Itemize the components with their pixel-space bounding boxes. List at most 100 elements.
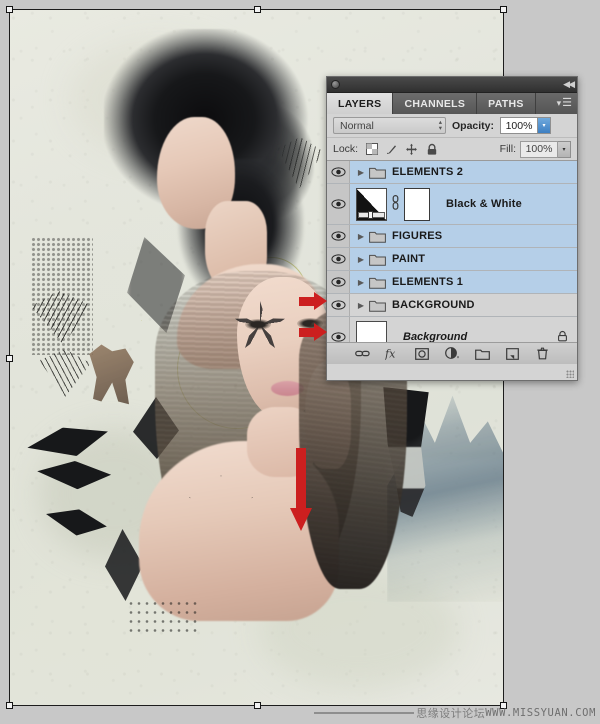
layer-name: Black & White bbox=[446, 198, 522, 210]
opacity-field-group[interactable]: 100% ▾ bbox=[500, 117, 552, 134]
arrow-head bbox=[290, 508, 312, 531]
layer-visibility-toggle[interactable] bbox=[327, 248, 350, 270]
layer-list[interactable]: ▶ ELEMENTS 2 Black & White ▶ FIGURES ▶ P… bbox=[327, 161, 577, 342]
blend-mode-value: Normal bbox=[340, 119, 374, 132]
layer-name: PAINT bbox=[392, 253, 426, 265]
tab-channels[interactable]: CHANNELS bbox=[393, 93, 478, 114]
lock-label: Lock: bbox=[333, 143, 359, 155]
eye-icon bbox=[330, 199, 346, 209]
layer-row[interactable]: ▶ ELEMENTS 2 bbox=[327, 161, 577, 184]
layer-row[interactable]: ▶ PAINT bbox=[327, 248, 577, 271]
layer-row[interactable]: Background bbox=[327, 317, 577, 342]
group-expand-triangle-icon[interactable]: ▶ bbox=[353, 301, 369, 310]
eye-icon bbox=[330, 332, 346, 342]
panel-tab-bar[interactable]: LAYERS CHANNELS PATHS ▾ ☰ bbox=[327, 93, 577, 114]
link-mask-icon[interactable] bbox=[390, 195, 401, 213]
tab-paths[interactable]: PATHS bbox=[477, 93, 536, 114]
opacity-dropdown-icon[interactable]: ▾ bbox=[538, 117, 552, 134]
fill-input[interactable]: 100% bbox=[520, 140, 558, 158]
eye-icon bbox=[330, 231, 346, 241]
arrow-shaft bbox=[299, 297, 315, 306]
layer-style-fx-button[interactable]: fx bbox=[385, 346, 400, 361]
arrow-head bbox=[314, 323, 327, 341]
new-group-button[interactable] bbox=[474, 346, 490, 361]
layer-name: BACKGROUND bbox=[392, 299, 475, 311]
lock-transparent-pixels-icon[interactable] bbox=[365, 143, 378, 156]
adjustment-layer-thumbnail[interactable] bbox=[356, 187, 387, 221]
add-layer-mask-button[interactable] bbox=[415, 346, 430, 361]
group-expand-triangle-icon[interactable]: ▶ bbox=[353, 278, 369, 287]
fill-label: Fill: bbox=[499, 143, 516, 155]
layer-name: FIGURES bbox=[392, 230, 443, 242]
bw-slider-knob bbox=[368, 210, 373, 219]
group-expand-triangle-icon[interactable]: ▶ bbox=[353, 232, 369, 241]
red-arrow-canvas-down bbox=[290, 448, 312, 531]
watermark: 思缘设计论坛 WWW.MISSYUAN.COM bbox=[0, 706, 600, 720]
collapse-double-arrow-icon[interactable]: ◀◀ bbox=[563, 80, 575, 89]
group-expand-triangle-icon[interactable]: ▶ bbox=[353, 255, 369, 264]
opacity-input[interactable]: 100% bbox=[500, 117, 539, 134]
layers-panel-footer[interactable]: fx bbox=[327, 342, 577, 378]
link-layers-button[interactable] bbox=[354, 346, 370, 361]
layer-visibility-toggle[interactable] bbox=[327, 271, 350, 293]
group-expand-triangle-icon[interactable]: ▶ bbox=[353, 168, 369, 177]
new-adjustment-layer-button[interactable] bbox=[444, 346, 460, 361]
eye-icon bbox=[330, 277, 346, 287]
eye-icon bbox=[330, 254, 346, 264]
new-layer-button[interactable] bbox=[505, 346, 520, 361]
folder-icon bbox=[369, 277, 386, 289]
panel-menu-icon[interactable]: ▾ ☰ bbox=[557, 98, 572, 109]
blend-mode-row[interactable]: Normal ▴ ▾ Opacity: 100% ▾ bbox=[327, 114, 577, 138]
model-bottom-eye-left bbox=[245, 319, 271, 330]
folder-icon bbox=[369, 231, 386, 243]
folder-icon bbox=[369, 167, 386, 179]
layer-row[interactable]: Black & White bbox=[327, 184, 577, 225]
red-arrow-background-layer bbox=[299, 323, 327, 342]
fill-field-group[interactable]: Fill: 100% ▾ bbox=[499, 140, 571, 158]
lock-all-icon[interactable] bbox=[425, 143, 438, 156]
panel-menu-bars: ☰ bbox=[562, 97, 572, 110]
svg-text:fx: fx bbox=[385, 348, 396, 361]
panel-title-bar[interactable]: ◀◀ bbox=[327, 77, 577, 93]
photoshop-workspace: ◀◀ LAYERS CHANNELS PATHS ▾ ☰ Normal ▴ ▾ O… bbox=[0, 0, 600, 724]
delete-layer-button[interactable] bbox=[535, 346, 550, 361]
close-icon[interactable] bbox=[331, 80, 340, 89]
speckle-pattern bbox=[127, 599, 197, 635]
lock-position-icon[interactable] bbox=[405, 143, 418, 156]
layer-visibility-toggle[interactable] bbox=[327, 317, 350, 342]
watermark-cn-text: 思缘设计论坛 bbox=[416, 707, 486, 720]
blend-mode-spinner-icon[interactable]: ▴ ▾ bbox=[439, 119, 442, 132]
lock-row[interactable]: Lock: Fill: 100% ▾ bbox=[327, 138, 577, 161]
panel-resize-grip[interactable] bbox=[566, 370, 574, 378]
layer-visibility-toggle[interactable] bbox=[327, 294, 350, 316]
layer-visibility-toggle[interactable] bbox=[327, 225, 350, 247]
tab-layers[interactable]: LAYERS bbox=[327, 93, 394, 114]
watermark-url-text: WWW.MISSYUAN.COM bbox=[485, 707, 596, 719]
blend-mode-select[interactable]: Normal ▴ ▾ bbox=[333, 117, 446, 134]
layer-locked-icon bbox=[557, 330, 568, 343]
fill-dropdown-icon[interactable]: ▾ bbox=[558, 140, 571, 158]
layer-visibility-toggle[interactable] bbox=[327, 184, 350, 224]
layer-thumbnail[interactable] bbox=[356, 320, 387, 342]
folder-icon bbox=[369, 254, 386, 266]
layer-mask-thumbnail[interactable] bbox=[404, 187, 430, 221]
layer-name: Background bbox=[403, 331, 468, 342]
layer-row[interactable]: ▶ ELEMENTS 1 bbox=[327, 271, 577, 294]
layer-row[interactable]: ▶ FIGURES bbox=[327, 225, 577, 248]
layer-name: ELEMENTS 1 bbox=[392, 276, 464, 288]
layer-visibility-toggle[interactable] bbox=[327, 161, 350, 183]
layers-panel[interactable]: ◀◀ LAYERS CHANNELS PATHS ▾ ☰ Normal ▴ ▾ O… bbox=[326, 76, 578, 381]
arrow-shaft bbox=[299, 328, 315, 337]
arrow-shaft bbox=[296, 448, 306, 511]
eye-icon bbox=[330, 300, 346, 310]
red-arrow-background-group bbox=[299, 292, 327, 311]
watermark-rule bbox=[314, 712, 415, 714]
folder-icon bbox=[369, 300, 386, 312]
eye-icon bbox=[330, 167, 346, 177]
layer-name: ELEMENTS 2 bbox=[392, 166, 464, 178]
lock-image-pixels-icon[interactable] bbox=[385, 143, 398, 156]
opacity-label: Opacity: bbox=[452, 119, 495, 132]
panel-menu-caret: ▾ bbox=[556, 98, 562, 108]
layer-row[interactable]: ▶ BACKGROUND bbox=[327, 294, 577, 317]
arrow-head bbox=[314, 292, 327, 310]
